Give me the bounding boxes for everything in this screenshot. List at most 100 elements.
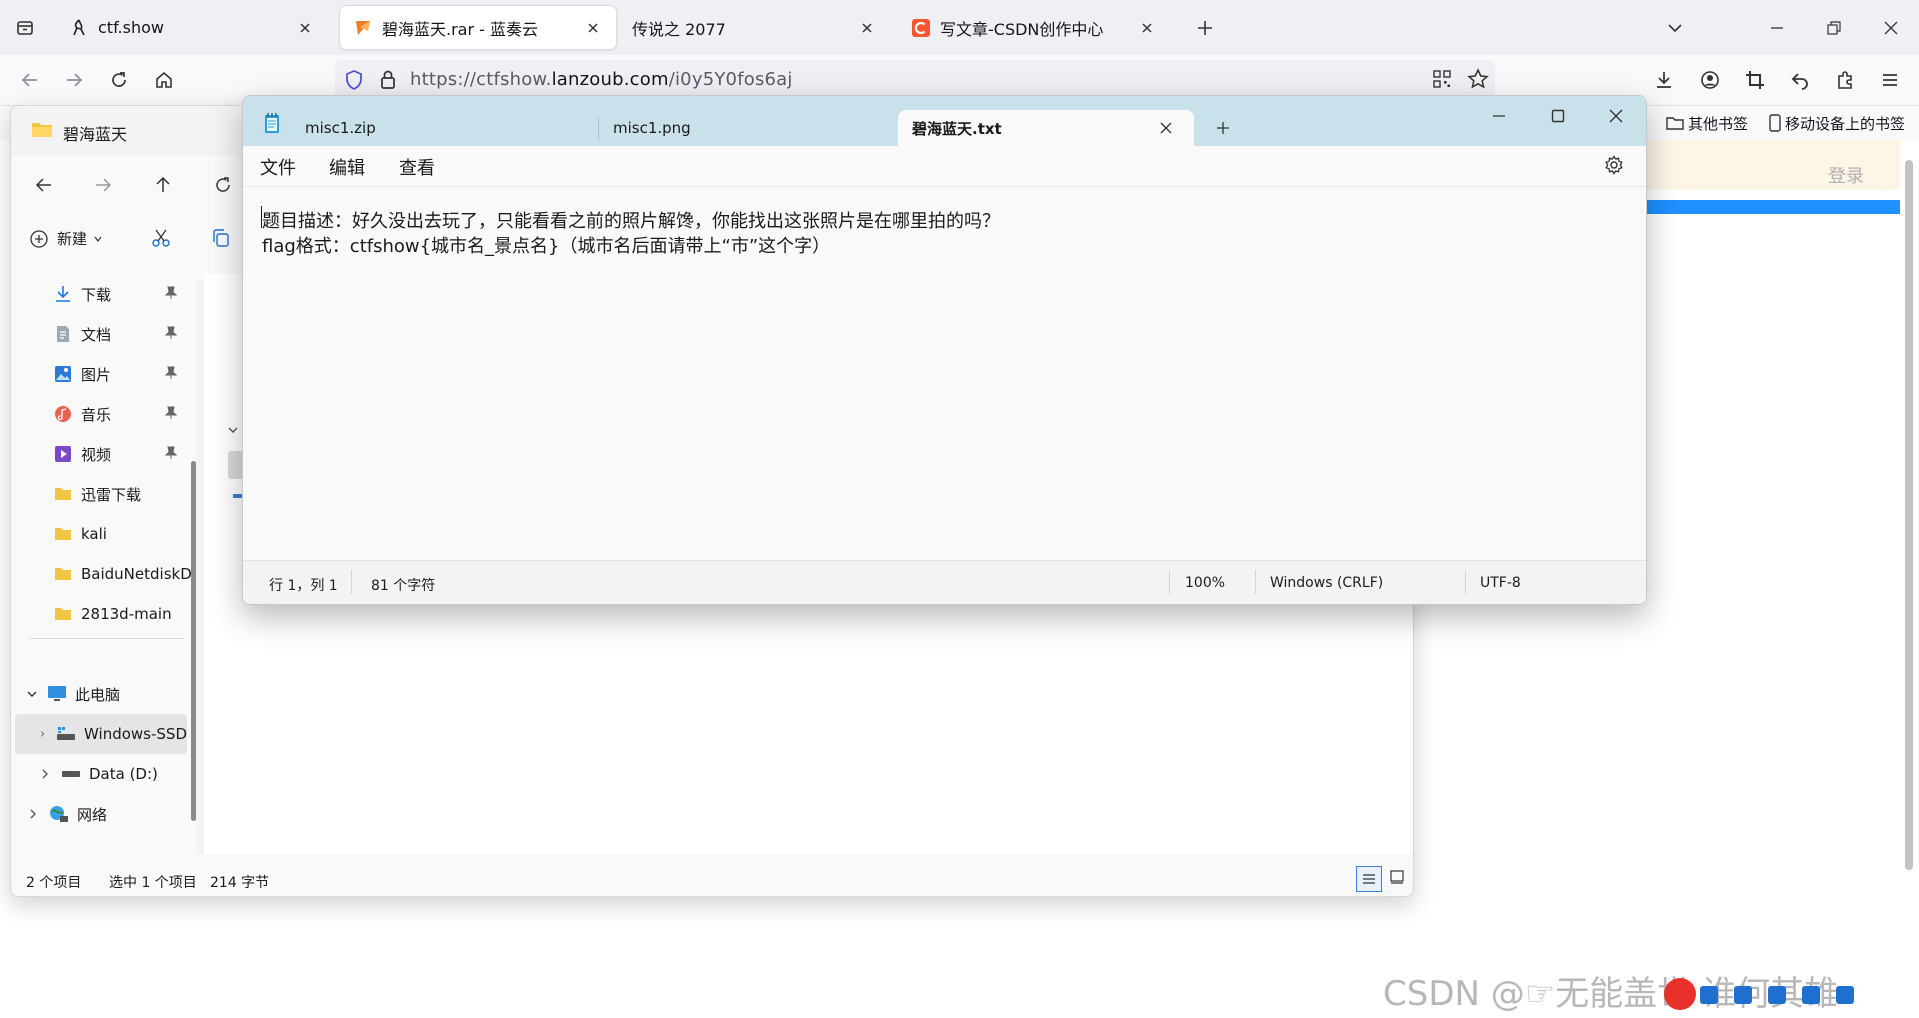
nav-item-documents[interactable]: 文档 bbox=[11, 314, 196, 354]
arrow-up-icon bbox=[156, 176, 170, 192]
home-icon bbox=[156, 71, 172, 88]
nav-item-label: 音乐 bbox=[81, 405, 112, 424]
notepad-tab-bihai-txt[interactable]: 碧海蓝天.txt bbox=[898, 110, 1194, 146]
qr-code-icon[interactable] bbox=[1432, 69, 1452, 89]
reload-button[interactable] bbox=[102, 63, 136, 97]
nav-item-xunlei[interactable]: 迅雷下载 bbox=[11, 474, 196, 514]
close-icon[interactable] bbox=[584, 19, 602, 37]
tray-icon[interactable] bbox=[1734, 986, 1752, 1004]
new-item-button[interactable]: 新建 bbox=[29, 228, 103, 249]
nav-item-network[interactable]: 网络 bbox=[11, 794, 196, 834]
copy-button[interactable] bbox=[211, 228, 231, 248]
nav-item-music[interactable]: 音乐 bbox=[11, 394, 196, 434]
nav-item-this-pc[interactable]: 此电脑 bbox=[11, 674, 196, 714]
settings-button[interactable] bbox=[1604, 155, 1624, 175]
explorer-back-button[interactable] bbox=[27, 168, 61, 202]
notepad-new-tab-button[interactable] bbox=[1213, 118, 1233, 138]
chevron-down-icon[interactable] bbox=[227, 424, 239, 436]
site-login-link[interactable]: 登录 bbox=[1828, 162, 1864, 188]
explorer-forward-button[interactable] bbox=[86, 168, 120, 202]
status-divider bbox=[351, 570, 352, 594]
nav-item-2813d-main[interactable]: 2813d-main bbox=[11, 594, 196, 634]
tab-overview-button[interactable] bbox=[8, 10, 42, 44]
nav-item-downloads[interactable]: 下载 bbox=[11, 274, 196, 314]
explorer-up-button[interactable] bbox=[146, 168, 180, 202]
close-icon[interactable] bbox=[858, 19, 876, 37]
close-icon[interactable] bbox=[296, 19, 314, 37]
nav-item-label: 下载 bbox=[81, 285, 112, 304]
nav-item-baidunetdisk[interactable]: BaiduNetdiskD bbox=[11, 554, 196, 594]
account-button[interactable] bbox=[1693, 63, 1727, 97]
reload-icon bbox=[112, 72, 126, 87]
tray-icon[interactable] bbox=[1836, 986, 1854, 1004]
notepad-app-icon bbox=[263, 112, 281, 134]
sogou-input-icon[interactable] bbox=[1664, 978, 1696, 1010]
status-line-ending[interactable]: Windows (CRLF) bbox=[1270, 575, 1383, 591]
pin-icon[interactable] bbox=[165, 326, 177, 340]
nav-item-data-d[interactable]: Data (D:) bbox=[11, 754, 196, 794]
lock-icon[interactable] bbox=[379, 69, 397, 91]
browser-tab-csdn[interactable]: 写文章-CSDN创作中心 bbox=[898, 6, 1170, 49]
close-window-button[interactable] bbox=[1874, 11, 1908, 45]
back-button[interactable] bbox=[13, 63, 47, 97]
browser-tab-2077[interactable]: 传说之 2077 bbox=[618, 6, 890, 49]
nav-item-windows-ssd[interactable]: Windows-SSD bbox=[15, 714, 187, 754]
menu-edit[interactable]: 编辑 bbox=[329, 154, 365, 180]
pin-icon[interactable] bbox=[165, 366, 177, 380]
pin-icon[interactable] bbox=[165, 406, 177, 420]
notepad-maximize-button[interactable] bbox=[1550, 108, 1566, 124]
tracking-protection-shield-icon[interactable] bbox=[344, 69, 364, 91]
hamburger-menu-icon bbox=[1883, 74, 1897, 86]
close-icon[interactable] bbox=[1154, 116, 1178, 140]
home-button[interactable] bbox=[147, 63, 181, 97]
explorer-refresh-button[interactable] bbox=[206, 168, 240, 202]
bookmark-other[interactable]: 其他书签 bbox=[1666, 110, 1748, 136]
chevron-right-icon bbox=[30, 809, 36, 819]
browser-tab-ctfshow[interactable]: ctf.show bbox=[56, 6, 328, 49]
status-encoding[interactable]: UTF-8 bbox=[1480, 575, 1521, 591]
url-text[interactable]: https://ctfshow.lanzoub.com/i0y5Y0fos6aj bbox=[410, 69, 793, 90]
large-icons-view-button[interactable] bbox=[1389, 869, 1405, 885]
computer-icon bbox=[47, 684, 67, 704]
forward-button[interactable] bbox=[57, 63, 91, 97]
notepad-close-button[interactable] bbox=[1608, 108, 1624, 124]
tray-icon[interactable] bbox=[1700, 986, 1718, 1004]
pin-icon[interactable] bbox=[165, 286, 177, 300]
minimize-icon bbox=[1771, 27, 1783, 29]
cut-button[interactable] bbox=[151, 228, 171, 248]
notepad-tab-misc1-zip[interactable]: misc1.zip bbox=[291, 110, 587, 146]
tray-icon[interactable] bbox=[1802, 986, 1820, 1004]
tray-icon[interactable] bbox=[1768, 986, 1786, 1004]
video-icon bbox=[53, 444, 73, 464]
notepad-tab-title: 碧海蓝天.txt bbox=[912, 119, 1002, 138]
nav-item-label: kali bbox=[81, 525, 107, 543]
nav-item-videos[interactable]: 视频 bbox=[11, 434, 196, 474]
minimize-button[interactable] bbox=[1760, 11, 1794, 45]
text-line-1[interactable]: 题目描述：好久没出去玩了，只能看看之前的照片解馋，你能找出这张照片是在哪里拍的吗… bbox=[262, 207, 1000, 233]
undo-close-tab-button[interactable] bbox=[1783, 63, 1817, 97]
bookmark-star-icon[interactable] bbox=[1467, 68, 1489, 90]
extensions-button[interactable] bbox=[1828, 63, 1862, 97]
nav-item-pictures[interactable]: 图片 bbox=[11, 354, 196, 394]
minimize-icon bbox=[1493, 115, 1505, 117]
page-scrollbar[interactable] bbox=[1905, 160, 1913, 870]
notepad-tab-misc1-png[interactable]: misc1.png bbox=[599, 110, 889, 146]
menu-file[interactable]: 文件 bbox=[260, 154, 296, 180]
pin-icon[interactable] bbox=[165, 446, 177, 460]
bookmark-mobile[interactable]: 移动设备上的书签 bbox=[1768, 110, 1905, 136]
browser-tab-lanzou[interactable]: 碧海蓝天.rar - 蓝奏云 bbox=[340, 6, 616, 49]
notepad-menu-bar bbox=[243, 146, 1646, 187]
menu-button[interactable] bbox=[1873, 63, 1907, 97]
close-icon[interactable] bbox=[1138, 19, 1156, 37]
details-view-button[interactable] bbox=[1356, 866, 1382, 892]
downloads-button[interactable] bbox=[1647, 63, 1681, 97]
nav-item-kali[interactable]: kali bbox=[11, 514, 196, 554]
restore-button[interactable] bbox=[1817, 11, 1851, 45]
menu-view[interactable]: 查看 bbox=[399, 154, 435, 180]
screenshot-crop-button[interactable] bbox=[1738, 63, 1772, 97]
notepad-minimize-button[interactable] bbox=[1491, 108, 1507, 124]
tab-list-button[interactable] bbox=[1658, 11, 1692, 45]
text-line-2[interactable]: flag格式：ctfshow{城市名_景点名}（城市名后面请带上“市”这个字） bbox=[262, 232, 830, 258]
status-zoom[interactable]: 100% bbox=[1185, 575, 1225, 591]
new-tab-button[interactable] bbox=[1188, 11, 1222, 45]
